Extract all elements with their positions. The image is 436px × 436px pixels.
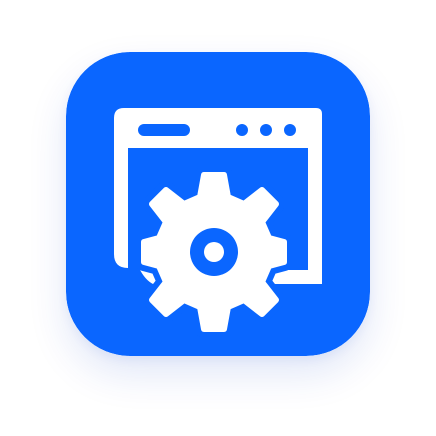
address-bar-icon bbox=[138, 124, 190, 136]
window-dot-icon bbox=[284, 124, 296, 136]
browser-settings-icon bbox=[66, 52, 370, 356]
app-icon[interactable] bbox=[66, 52, 370, 356]
window-dot-icon bbox=[236, 124, 248, 136]
canvas bbox=[0, 0, 436, 436]
gear-icon bbox=[135, 166, 293, 338]
window-dot-icon bbox=[260, 124, 272, 136]
